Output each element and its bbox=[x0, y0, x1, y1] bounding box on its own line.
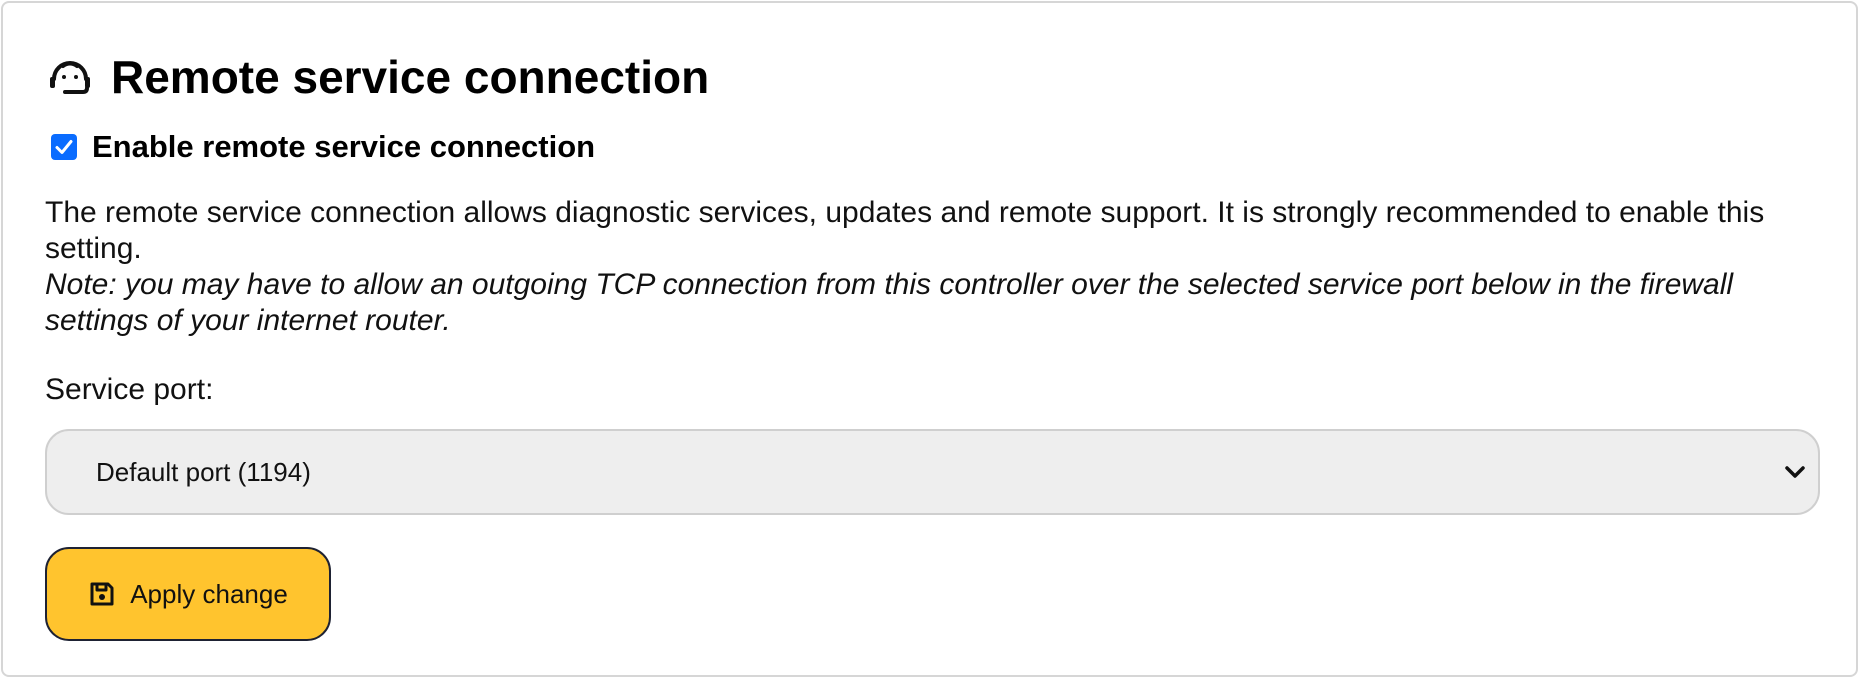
description: The remote service connection allows dia… bbox=[45, 195, 1835, 339]
enable-remote-option[interactable]: Enable remote service connection bbox=[51, 129, 595, 165]
enable-remote-checkbox[interactable] bbox=[51, 134, 77, 160]
service-port-value: Default port (1194) bbox=[96, 456, 311, 487]
headset-icon bbox=[45, 52, 95, 102]
description-text: The remote service connection allows dia… bbox=[45, 196, 1765, 265]
checkmark-icon bbox=[55, 140, 73, 154]
remote-service-panel: Remote service connection Enable remote … bbox=[1, 1, 1858, 677]
page-title: Remote service connection bbox=[111, 51, 710, 103]
apply-change-label: Apply change bbox=[130, 578, 288, 609]
service-port-select[interactable]: Default port (1194) bbox=[45, 429, 1820, 515]
apply-change-button[interactable]: Apply change bbox=[45, 547, 331, 641]
service-port-label: Service port: bbox=[45, 373, 214, 406]
enable-remote-label[interactable]: Enable remote service connection bbox=[92, 129, 595, 165]
floppy-disk-icon bbox=[88, 580, 116, 608]
firewall-note: Note: you may have to allow an outgoing … bbox=[45, 268, 1734, 337]
chevron-down-icon bbox=[1785, 466, 1805, 478]
section-header: Remote service connection bbox=[45, 47, 709, 107]
